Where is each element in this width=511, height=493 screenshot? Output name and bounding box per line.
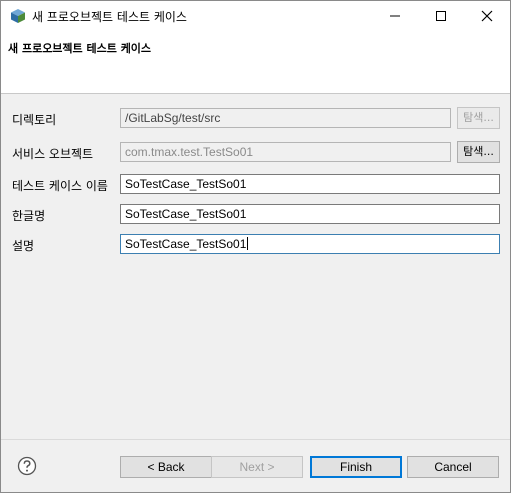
next-button[interactable]: Next > <box>211 456 303 478</box>
directory-label: 디렉토리 <box>12 113 57 127</box>
service-object-field[interactable]: com.tmax.test.TestSo01 <box>120 142 451 162</box>
text-caret <box>247 237 249 250</box>
close-button[interactable] <box>464 1 510 31</box>
service-object-label: 서비스 오브젝트 <box>12 147 94 161</box>
cancel-button[interactable]: Cancel <box>407 456 499 478</box>
minimize-button[interactable] <box>372 1 418 31</box>
korean-name-field[interactable]: SoTestCase_TestSo01 <box>120 204 500 224</box>
minimize-icon <box>390 15 400 17</box>
directory-field[interactable]: /GitLabSg/test/src <box>120 108 451 128</box>
maximize-icon <box>436 11 446 21</box>
footer-divider <box>1 439 510 440</box>
close-icon <box>481 10 493 22</box>
maximize-button[interactable] <box>418 1 464 31</box>
service-object-browse-button[interactable]: 탐색... <box>457 141 500 163</box>
title-bar: 새 프로오브젝트 테스트 케이스 <box>1 1 510 31</box>
testcase-name-label: 테스트 케이스 이름 <box>12 179 108 193</box>
directory-browse-button[interactable]: 탐색... <box>457 107 500 129</box>
description-value: SoTestCase_TestSo01 <box>125 237 247 251</box>
back-button[interactable]: < Back <box>120 456 212 478</box>
finish-button[interactable]: Finish <box>310 456 402 478</box>
header-banner: 새 프로오브젝트 테스트 케이스 <box>1 31 510 94</box>
dialog-window: 새 프로오브젝트 테스트 케이스 새 프로오브젝트 테스트 케이스 디렉토리 /… <box>0 0 511 493</box>
description-field[interactable]: SoTestCase_TestSo01 <box>120 234 500 254</box>
package-icon <box>11 9 25 23</box>
help-icon[interactable] <box>17 456 37 476</box>
page-title: 새 프로오브젝트 테스트 케이스 <box>8 42 152 55</box>
description-label: 설명 <box>12 239 35 253</box>
window-title: 새 프로오브젝트 테스트 케이스 <box>32 10 187 24</box>
testcase-name-field[interactable]: SoTestCase_TestSo01 <box>120 174 500 194</box>
korean-name-label: 한글명 <box>12 209 46 223</box>
